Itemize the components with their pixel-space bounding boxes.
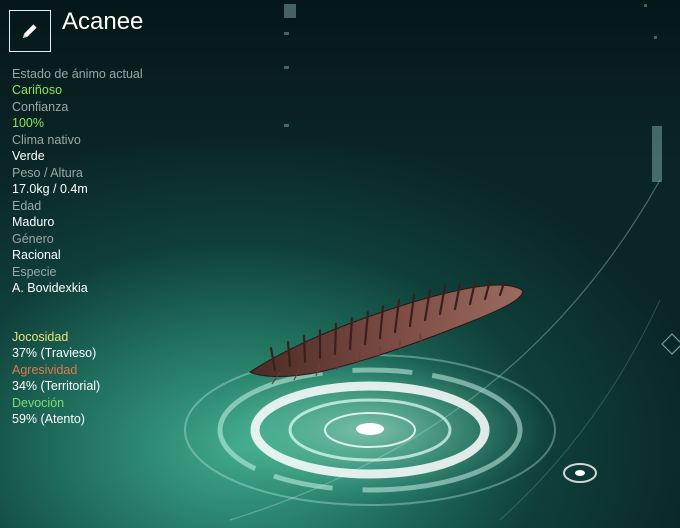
stat-value: Maduro <box>12 214 55 229</box>
creature-name: Acanee <box>62 8 144 35</box>
trait-aggression: Agresividad 34% (Territorial) <box>12 363 100 394</box>
stat-value: Verde <box>12 148 45 163</box>
stat-value: A. Bovidexkia <box>12 280 88 295</box>
trait-label: Jocosidad <box>12 330 69 344</box>
stat-weight-height: Peso / Altura 17.0kg / 0.4m <box>12 166 143 197</box>
trait-label: Devoción <box>12 396 65 410</box>
creature-stats: Estado de ánimo actual Cariñoso Confianz… <box>12 67 143 298</box>
trait-value: 34% (Territorial) <box>12 378 101 393</box>
stat-value: Racional <box>12 247 61 262</box>
trait-value: 37% (Travieso) <box>12 345 97 360</box>
edit-name-button[interactable] <box>9 10 51 52</box>
stat-age: Edad Maduro <box>12 199 143 230</box>
stat-label: Especie <box>12 265 57 279</box>
creature-traits: Jocosidad 37% (Travieso) Agresividad 34%… <box>12 330 100 429</box>
stat-value: Cariñoso <box>12 82 63 97</box>
stat-label: Edad <box>12 199 42 213</box>
stat-mood: Estado de ánimo actual Cariñoso <box>12 67 143 98</box>
stat-label: Peso / Altura <box>12 166 83 180</box>
stat-value: 100% <box>12 115 44 130</box>
stat-trust: Confianza 100% <box>12 100 143 131</box>
stat-label: Clima nativo <box>12 133 81 147</box>
stat-label: Estado de ánimo actual <box>12 67 143 81</box>
pencil-icon <box>23 24 37 38</box>
stat-label: Confianza <box>12 100 69 114</box>
stat-species: Especie A. Bovidexkia <box>12 265 143 296</box>
stat-gender: Género Racional <box>12 232 143 263</box>
stat-value: 17.0kg / 0.4m <box>12 181 88 196</box>
trait-label: Agresividad <box>12 363 78 377</box>
stat-climate: Clima nativo Verde <box>12 133 143 164</box>
stat-label: Género <box>12 232 54 246</box>
trait-playfulness: Jocosidad 37% (Travieso) <box>12 330 100 361</box>
trait-devotion: Devoción 59% (Atento) <box>12 396 100 427</box>
platform-rings <box>180 350 560 510</box>
trait-value: 59% (Atento) <box>12 411 85 426</box>
